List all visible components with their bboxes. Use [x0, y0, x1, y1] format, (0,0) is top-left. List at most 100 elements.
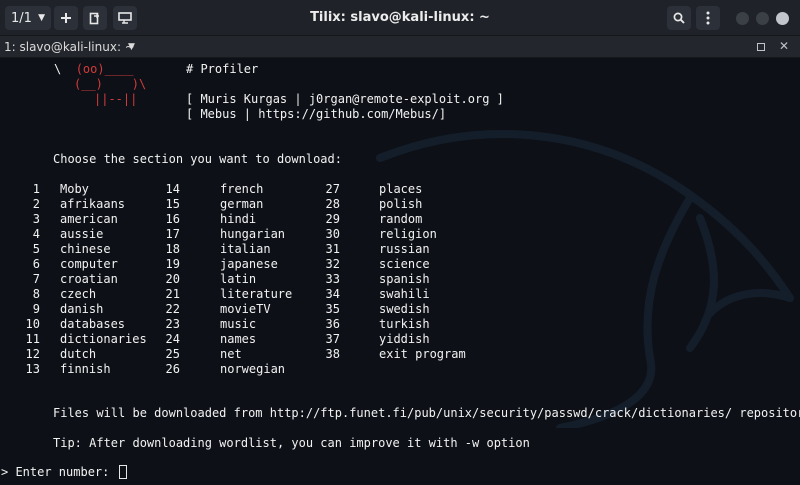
option-label: turkish	[379, 317, 430, 331]
download-info: Files will be downloaded from http://ftp…	[53, 406, 800, 420]
title-bar: 1/1 ▼ Tilix: slavo@kali-linux: ~	[0, 0, 800, 36]
option-number: 21	[165, 287, 180, 301]
option-label: german	[220, 197, 264, 211]
option-label: japanese	[220, 257, 278, 271]
option-label: croatian	[60, 272, 118, 286]
search-icon	[673, 12, 685, 24]
option-label: aussie	[60, 227, 104, 241]
option-label: hungarian	[220, 227, 286, 241]
option-number: 28	[325, 197, 340, 211]
option-label: music	[220, 317, 257, 331]
option-number: 25	[165, 347, 180, 361]
banner-maintainer: [ Mebus | https://github.com/Mebus/]	[186, 107, 447, 121]
banner-line-1: \ (oo)____	[54, 62, 133, 76]
option-number: 10	[25, 317, 40, 331]
option-label: science	[379, 257, 430, 271]
input-prompt: > Enter number:	[1, 465, 110, 479]
terminal-tab-title[interactable]: 1: slavo@kali-linux: ~	[4, 40, 135, 54]
option-number: 33	[325, 272, 340, 286]
option-number: 26	[165, 362, 180, 376]
option-label: polish	[379, 197, 423, 211]
option-number: 14	[165, 182, 180, 196]
option-number: 5	[32, 242, 40, 256]
section-prompt: Choose the section you want to download:	[53, 152, 342, 166]
option-number: 6	[32, 257, 40, 271]
option-number: 34	[325, 287, 340, 301]
maximize-terminal-icon[interactable]	[757, 43, 765, 51]
option-label: databases	[60, 317, 126, 331]
option-number: 13	[25, 362, 40, 376]
option-number: 1	[32, 182, 40, 196]
option-number: 15	[165, 197, 180, 211]
menu-button[interactable]	[696, 6, 720, 30]
terminal-tab-bar: 1: slavo@kali-linux: ~ ▼ ✕	[0, 36, 800, 58]
option-label: spanish	[379, 272, 430, 286]
option-label: places	[379, 182, 423, 196]
maximize-button[interactable]	[756, 12, 769, 25]
option-number: 35	[325, 302, 340, 316]
cow-art-legs: ||--||	[94, 92, 138, 106]
option-label: net	[220, 347, 242, 361]
option-number: 19	[165, 257, 180, 271]
banner-author: [ Muris Kurgas | j0rgan@remote-exploit.o…	[186, 92, 504, 106]
option-number: 11	[25, 332, 40, 346]
minimize-button[interactable]	[736, 12, 749, 25]
option-label: swedish	[379, 302, 430, 316]
option-label: czech	[60, 287, 97, 301]
option-number: 23	[165, 317, 180, 331]
option-label: danish	[60, 302, 104, 316]
option-label: american	[60, 212, 118, 226]
tip-text: Tip: After downloading wordlist, you can…	[53, 436, 530, 450]
option-label: swahili	[379, 287, 430, 301]
option-number: 9	[32, 302, 40, 316]
option-number: 3	[32, 212, 40, 226]
option-label: norwegian	[220, 362, 286, 376]
option-label: names	[220, 332, 257, 346]
option-label: exit program	[379, 347, 466, 361]
kebab-menu-icon	[706, 11, 710, 25]
option-label: italian	[220, 242, 271, 256]
option-number: 32	[325, 257, 340, 271]
option-label: random	[379, 212, 423, 226]
option-number: 36	[325, 317, 340, 331]
option-number: 2	[32, 197, 40, 211]
close-window-button[interactable]	[776, 12, 789, 25]
close-terminal-icon[interactable]: ✕	[779, 39, 789, 53]
option-number: 37	[325, 332, 340, 346]
option-label: hindi	[220, 212, 257, 226]
cow-art-body: (__) )\	[74, 77, 147, 91]
option-label: afrikaans	[60, 197, 126, 211]
option-number: 12	[25, 347, 40, 361]
option-label: dutch	[60, 347, 97, 361]
option-number: 17	[165, 227, 180, 241]
option-label: finnish	[60, 362, 111, 376]
option-number: 4	[32, 227, 40, 241]
option-number: 24	[165, 332, 180, 346]
option-number: 8	[32, 287, 40, 301]
option-number: 7	[32, 272, 40, 286]
option-label: russian	[379, 242, 430, 256]
option-number: 30	[325, 227, 340, 241]
terminal-output[interactable]: \ (oo)____ # Profiler (__) )\ ||--|| [ M…	[0, 58, 800, 485]
chevron-down-icon[interactable]: ▼	[128, 42, 135, 52]
option-label: latin	[220, 272, 257, 286]
banner-profiler: # Profiler	[186, 62, 259, 76]
input-line[interactable]: > Enter number:	[1, 465, 127, 479]
find-button[interactable]	[667, 6, 691, 30]
option-label: dictionaries	[60, 332, 147, 346]
option-number: 18	[165, 242, 180, 256]
option-label: chinese	[60, 242, 111, 256]
option-number: 22	[165, 302, 180, 316]
option-label: french	[220, 182, 264, 196]
option-number: 27	[325, 182, 340, 196]
option-label: literature	[220, 287, 293, 301]
option-number: 16	[165, 212, 180, 226]
option-number: 31	[325, 242, 340, 256]
option-number: 20	[165, 272, 180, 286]
option-label: yiddish	[379, 332, 430, 346]
option-label: religion	[379, 227, 437, 241]
cow-art-head: (oo)____	[75, 62, 134, 76]
option-label: computer	[60, 257, 118, 271]
option-number: 38	[325, 347, 340, 361]
option-number: 29	[325, 212, 340, 226]
